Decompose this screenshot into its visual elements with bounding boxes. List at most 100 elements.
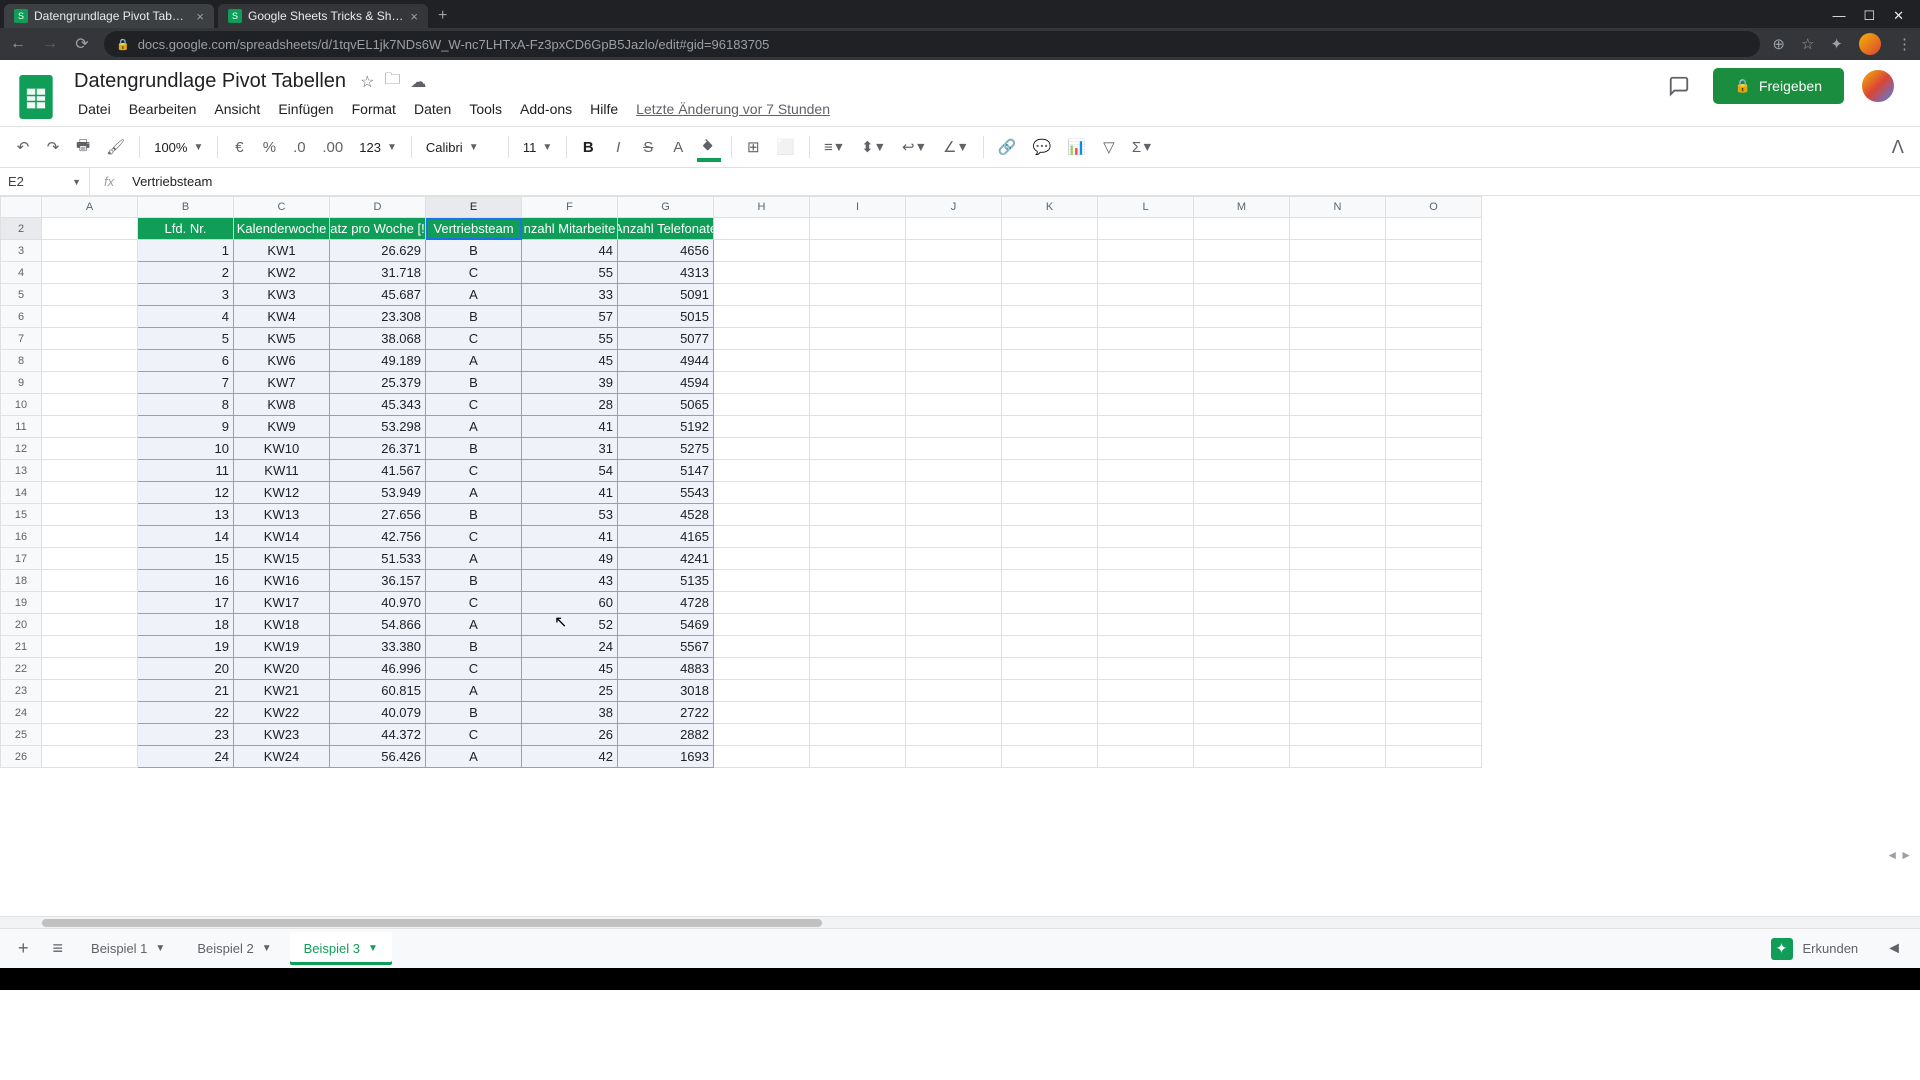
sheets-logo[interactable] <box>14 68 58 126</box>
cell-L23[interactable] <box>1098 680 1194 702</box>
cell-A20[interactable] <box>42 614 138 636</box>
strikethrough-button[interactable]: S <box>635 133 661 161</box>
cell-K25[interactable] <box>1002 724 1098 746</box>
cell-M6[interactable] <box>1194 306 1290 328</box>
font-select[interactable]: Calibri▼ <box>420 136 500 159</box>
cell-I23[interactable] <box>810 680 906 702</box>
align-button[interactable]: ≡▼ <box>818 133 851 161</box>
cell-K2[interactable] <box>1002 218 1098 240</box>
row-header[interactable]: 8 <box>0 350 42 372</box>
cell-H16[interactable] <box>714 526 810 548</box>
cell-G20[interactable]: 5469 <box>618 614 714 636</box>
cell-M9[interactable] <box>1194 372 1290 394</box>
cell-L18[interactable] <box>1098 570 1194 592</box>
cell-M12[interactable] <box>1194 438 1290 460</box>
cell-O14[interactable] <box>1386 482 1482 504</box>
new-tab-button[interactable]: + <box>438 7 447 25</box>
cell-M26[interactable] <box>1194 746 1290 768</box>
cell-E16[interactable]: C <box>426 526 522 548</box>
cell-G18[interactable]: 5135 <box>618 570 714 592</box>
cell-D8[interactable]: 49.189 <box>330 350 426 372</box>
cell-K5[interactable] <box>1002 284 1098 306</box>
cell-O12[interactable] <box>1386 438 1482 460</box>
cell-G6[interactable]: 5015 <box>618 306 714 328</box>
cell-L21[interactable] <box>1098 636 1194 658</box>
column-header-F[interactable]: F <box>522 196 618 218</box>
cell-K17[interactable] <box>1002 548 1098 570</box>
cell-F19[interactable]: 60 <box>522 592 618 614</box>
cell-A10[interactable] <box>42 394 138 416</box>
cell-F17[interactable]: 49 <box>522 548 618 570</box>
cell-B17[interactable]: 15 <box>138 548 234 570</box>
cell-N20[interactable] <box>1290 614 1386 636</box>
cell-A7[interactable] <box>42 328 138 350</box>
cell-B20[interactable]: 18 <box>138 614 234 636</box>
cell-D18[interactable]: 36.157 <box>330 570 426 592</box>
cell-J12[interactable] <box>906 438 1002 460</box>
cell-B24[interactable]: 22 <box>138 702 234 724</box>
cell-M23[interactable] <box>1194 680 1290 702</box>
cell-O3[interactable] <box>1386 240 1482 262</box>
cell-F13[interactable]: 54 <box>522 460 618 482</box>
cell-I20[interactable] <box>810 614 906 636</box>
cell-B6[interactable]: 4 <box>138 306 234 328</box>
profile-avatar[interactable] <box>1859 33 1881 55</box>
cell-D12[interactable]: 26.371 <box>330 438 426 460</box>
cell-N26[interactable] <box>1290 746 1386 768</box>
cell-E20[interactable]: A <box>426 614 522 636</box>
cell-D16[interactable]: 42.756 <box>330 526 426 548</box>
row-header[interactable]: 15 <box>0 504 42 526</box>
cell-I7[interactable] <box>810 328 906 350</box>
cell-D22[interactable]: 46.996 <box>330 658 426 680</box>
reload-button[interactable]: ⟳ <box>72 34 92 54</box>
cell-G24[interactable]: 2722 <box>618 702 714 724</box>
cell-B15[interactable]: 13 <box>138 504 234 526</box>
italic-button[interactable]: I <box>605 133 631 161</box>
cell-O20[interactable] <box>1386 614 1482 636</box>
cell-F9[interactable]: 39 <box>522 372 618 394</box>
cell-I8[interactable] <box>810 350 906 372</box>
cell-H8[interactable] <box>714 350 810 372</box>
cell-O24[interactable] <box>1386 702 1482 724</box>
cell-L14[interactable] <box>1098 482 1194 504</box>
cell-B22[interactable]: 20 <box>138 658 234 680</box>
cell-D4[interactable]: 31.718 <box>330 262 426 284</box>
cell-O2[interactable] <box>1386 218 1482 240</box>
cell-G4[interactable]: 4313 <box>618 262 714 284</box>
cell-N3[interactable] <box>1290 240 1386 262</box>
cell-K3[interactable] <box>1002 240 1098 262</box>
row-header[interactable]: 5 <box>0 284 42 306</box>
cell-E18[interactable]: B <box>426 570 522 592</box>
cell-N15[interactable] <box>1290 504 1386 526</box>
cell-M15[interactable] <box>1194 504 1290 526</box>
column-header-C[interactable]: C <box>234 196 330 218</box>
rotate-button[interactable]: ∠▼ <box>937 133 975 161</box>
cell-O13[interactable] <box>1386 460 1482 482</box>
cell-B18[interactable]: 16 <box>138 570 234 592</box>
cell-B8[interactable]: 6 <box>138 350 234 372</box>
cell-J18[interactable] <box>906 570 1002 592</box>
cell-C25[interactable]: KW23 <box>234 724 330 746</box>
cell-N25[interactable] <box>1290 724 1386 746</box>
cell-I9[interactable] <box>810 372 906 394</box>
cell-G19[interactable]: 4728 <box>618 592 714 614</box>
redo-button[interactable]: ↷ <box>40 133 66 161</box>
cell-D2[interactable]: atz pro Woche [! <box>330 218 426 240</box>
cell-K26[interactable] <box>1002 746 1098 768</box>
cell-J2[interactable] <box>906 218 1002 240</box>
cell-L4[interactable] <box>1098 262 1194 284</box>
cell-C3[interactable]: KW1 <box>234 240 330 262</box>
cell-O10[interactable] <box>1386 394 1482 416</box>
cell-E12[interactable]: B <box>426 438 522 460</box>
column-header-H[interactable]: H <box>714 196 810 218</box>
row-header[interactable]: 16 <box>0 526 42 548</box>
cell-A15[interactable] <box>42 504 138 526</box>
cell-E22[interactable]: C <box>426 658 522 680</box>
cell-B5[interactable]: 3 <box>138 284 234 306</box>
cell-B16[interactable]: 14 <box>138 526 234 548</box>
cell-L25[interactable] <box>1098 724 1194 746</box>
cell-O15[interactable] <box>1386 504 1482 526</box>
cell-K10[interactable] <box>1002 394 1098 416</box>
cell-J14[interactable] <box>906 482 1002 504</box>
currency-button[interactable]: € <box>226 133 252 161</box>
